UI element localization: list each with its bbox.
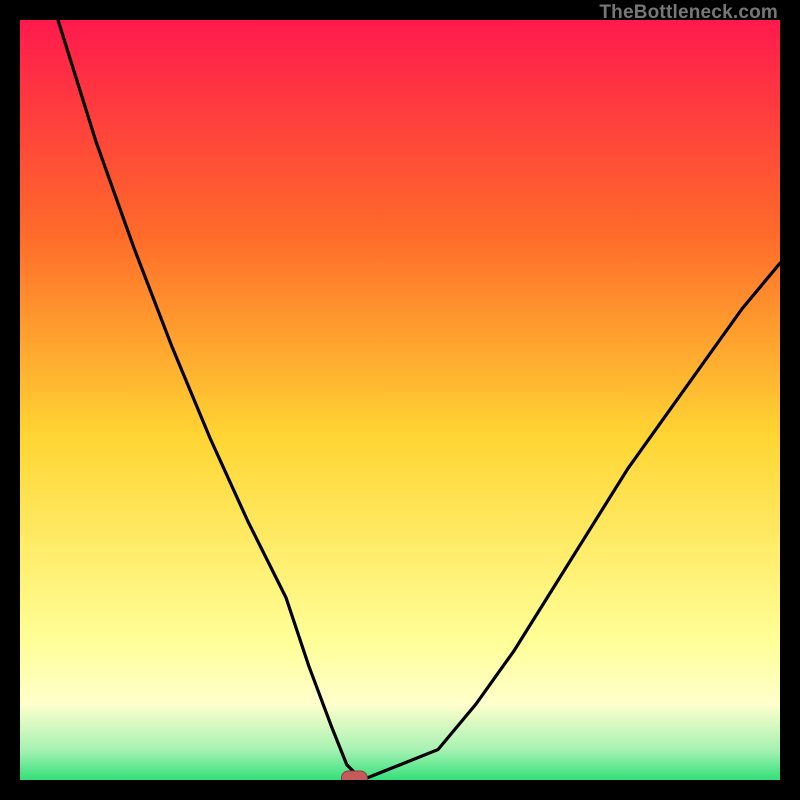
optimum-marker [341, 771, 367, 780]
gradient-background [20, 20, 780, 780]
chart-container: { "watermark": "TheBottleneck.com", "col… [0, 0, 800, 800]
plot-area [20, 20, 780, 780]
chart-svg [20, 20, 780, 780]
